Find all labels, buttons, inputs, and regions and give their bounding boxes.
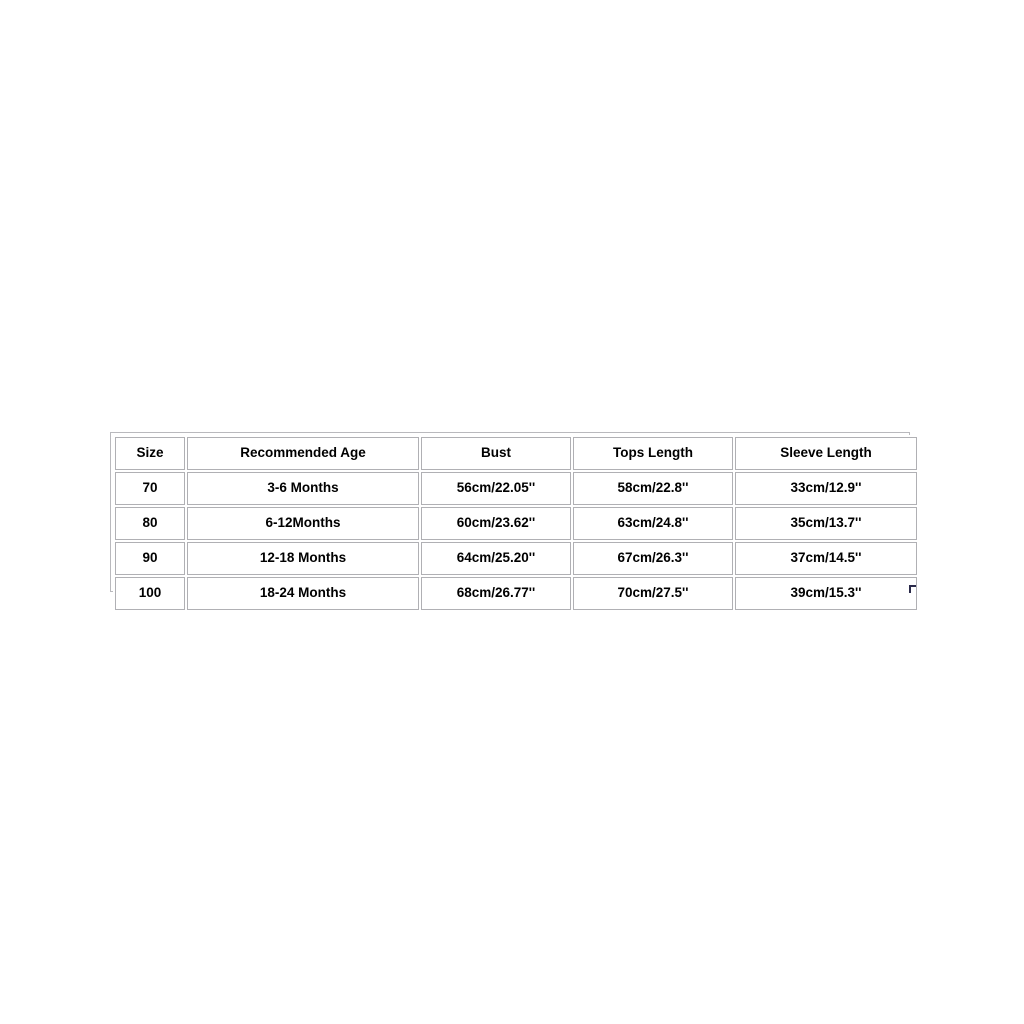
column-header-size: Size	[115, 437, 185, 470]
column-header-recommended-age: Recommended Age	[187, 437, 419, 470]
cell-bust: 64cm/25.20''	[421, 542, 571, 575]
cell-bust: 68cm/26.77''	[421, 577, 571, 610]
size-chart-table: Size Recommended Age Bust Tops Length Sl…	[113, 435, 919, 612]
corner-mark-icon	[909, 585, 916, 593]
table-row: 80 6-12Months 60cm/23.62'' 63cm/24.8'' 3…	[115, 507, 917, 540]
cell-tops-length: 67cm/26.3''	[573, 542, 733, 575]
cell-sleeve-length: 35cm/13.7''	[735, 507, 917, 540]
cell-tops-length: 70cm/27.5''	[573, 577, 733, 610]
cell-bust: 56cm/22.05''	[421, 472, 571, 505]
cell-recommended-age: 6-12Months	[187, 507, 419, 540]
cell-sleeve-length: 39cm/15.3''	[735, 577, 917, 610]
cell-recommended-age: 12-18 Months	[187, 542, 419, 575]
cell-size: 90	[115, 542, 185, 575]
cell-tops-length: 58cm/22.8''	[573, 472, 733, 505]
cell-size: 100	[115, 577, 185, 610]
table-row: 100 18-24 Months 68cm/26.77'' 70cm/27.5'…	[115, 577, 917, 610]
column-header-bust: Bust	[421, 437, 571, 470]
table-row: 90 12-18 Months 64cm/25.20'' 67cm/26.3''…	[115, 542, 917, 575]
cell-recommended-age: 3-6 Months	[187, 472, 419, 505]
table-header-row: Size Recommended Age Bust Tops Length Sl…	[115, 437, 917, 470]
cell-bust: 60cm/23.62''	[421, 507, 571, 540]
cell-sleeve-length: 33cm/12.9''	[735, 472, 917, 505]
size-chart-container: Size Recommended Age Bust Tops Length Sl…	[110, 432, 919, 612]
cell-sleeve-length: 37cm/14.5''	[735, 542, 917, 575]
table-row: 70 3-6 Months 56cm/22.05'' 58cm/22.8'' 3…	[115, 472, 917, 505]
column-header-sleeve-length: Sleeve Length	[735, 437, 917, 470]
column-header-tops-length: Tops Length	[573, 437, 733, 470]
cell-size: 70	[115, 472, 185, 505]
cell-tops-length: 63cm/24.8''	[573, 507, 733, 540]
cell-size: 80	[115, 507, 185, 540]
cell-recommended-age: 18-24 Months	[187, 577, 419, 610]
